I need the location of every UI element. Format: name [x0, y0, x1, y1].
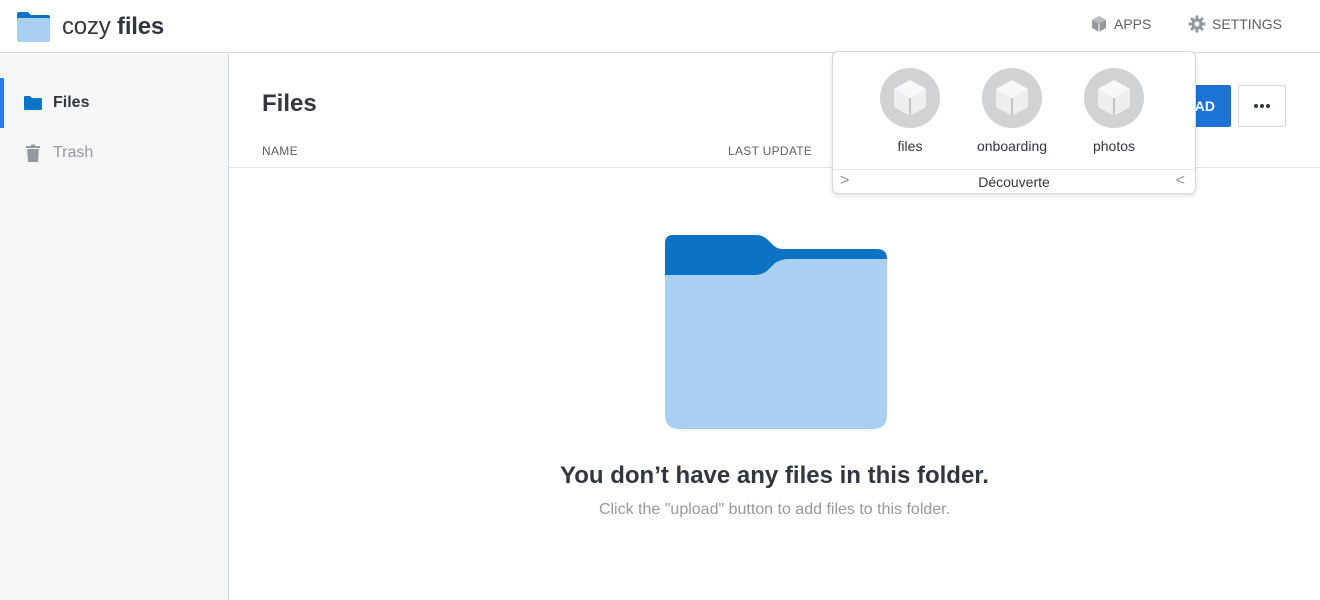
app-label: photos: [1092, 138, 1136, 154]
column-header-last-update[interactable]: LAST UPDATE: [728, 144, 812, 158]
app-label: files: [897, 138, 923, 154]
category-label: Découverte: [978, 173, 1050, 190]
app-tile-files[interactable]: files: [870, 66, 950, 154]
page-title: Files: [262, 90, 317, 117]
brand-bold: files: [117, 13, 165, 40]
gear-icon: [1188, 15, 1206, 33]
app-label: onboarding: [976, 138, 1048, 154]
settings-label: SETTINGS: [1212, 16, 1283, 32]
cube-icon: [1084, 68, 1144, 128]
cube-icon: [1092, 16, 1106, 32]
brand-light: cozy: [62, 13, 111, 40]
brand[interactable]: cozy files: [17, 12, 164, 42]
upload-label: AD: [1194, 98, 1215, 114]
sidebar-item-label: Files: [53, 94, 90, 111]
column-header-name[interactable]: NAME: [262, 144, 298, 158]
top-bar: cozy files APPS SETTINGS: [0, 0, 1320, 53]
apps-category-footer: > Découverte <: [833, 169, 1195, 193]
apps-button[interactable]: APPS: [1090, 15, 1151, 33]
sidebar: Files Trash: [0, 54, 229, 600]
more-dots-icon: [1254, 104, 1270, 108]
empty-state-title: You don’t have any files in this folder.: [560, 462, 989, 489]
apps-label: APPS: [1114, 16, 1152, 32]
empty-state-subtitle: Click the "upload" button to add files t…: [598, 501, 951, 518]
next-category-button[interactable]: <: [1176, 172, 1185, 190]
sidebar-item-files[interactable]: Files: [0, 78, 228, 128]
trash-icon: [26, 144, 40, 162]
cube-icon: [982, 68, 1042, 128]
app-title: cozy files: [62, 13, 164, 41]
settings-button[interactable]: SETTINGS: [1188, 15, 1282, 33]
sidebar-item-trash[interactable]: Trash: [0, 128, 228, 178]
sidebar-item-label: Trash: [53, 144, 94, 161]
prev-category-button[interactable]: >: [840, 172, 849, 190]
folder-icon: [24, 96, 42, 110]
apps-popover: files onboarding photos > Découverte <: [832, 51, 1196, 194]
app-tile-onboarding[interactable]: onboarding: [972, 66, 1052, 154]
empty-folder-illustration: [665, 235, 887, 429]
app-tile-photos[interactable]: photos: [1074, 66, 1154, 154]
more-options-button[interactable]: [1238, 85, 1286, 127]
folder-logo-icon: [17, 12, 50, 42]
cube-icon: [880, 68, 940, 128]
